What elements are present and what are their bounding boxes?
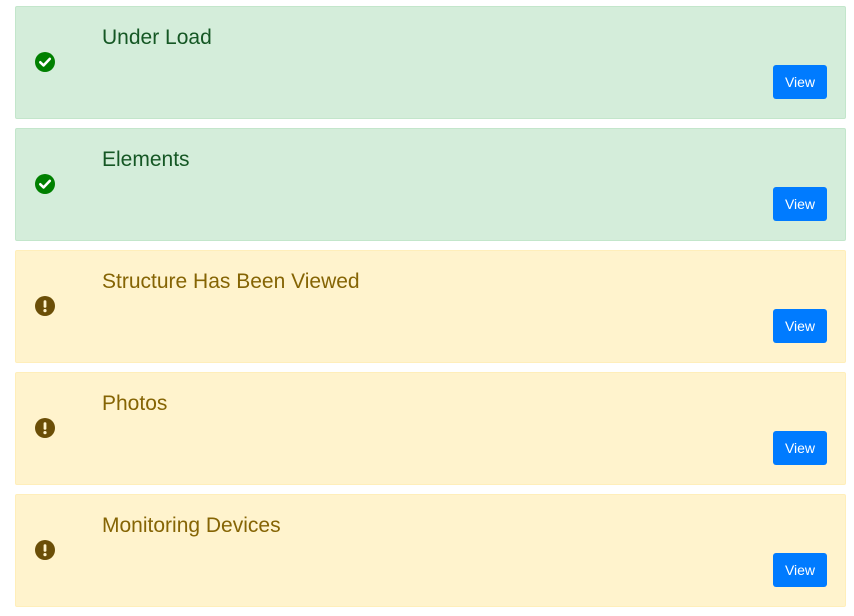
- view-button[interactable]: View: [773, 309, 827, 343]
- item-title: Monitoring Devices: [102, 514, 281, 537]
- view-button[interactable]: View: [773, 553, 827, 587]
- item-title: Under Load: [102, 26, 212, 49]
- view-button[interactable]: View: [773, 187, 827, 221]
- view-button[interactable]: View: [773, 431, 827, 465]
- check-circle-icon: [35, 52, 55, 72]
- check-circle-icon: [35, 174, 55, 194]
- exclamation-circle-icon: [35, 540, 55, 560]
- checklist: Under Load View Elements View Structure …: [15, 6, 846, 616]
- item-title: Elements: [102, 148, 190, 171]
- exclamation-circle-icon: [35, 418, 55, 438]
- item-title: Structure Has Been Viewed: [102, 270, 360, 293]
- exclamation-circle-icon: [35, 296, 55, 316]
- checklist-item-monitoring-devices: Monitoring Devices View: [15, 494, 846, 607]
- checklist-item-under-load: Under Load View: [15, 6, 846, 119]
- checklist-item-elements: Elements View: [15, 128, 846, 241]
- view-button[interactable]: View: [773, 65, 827, 99]
- checklist-item-photos: Photos View: [15, 372, 846, 485]
- item-title: Photos: [102, 392, 168, 415]
- checklist-item-structure-has-been-viewed: Structure Has Been Viewed View: [15, 250, 846, 363]
